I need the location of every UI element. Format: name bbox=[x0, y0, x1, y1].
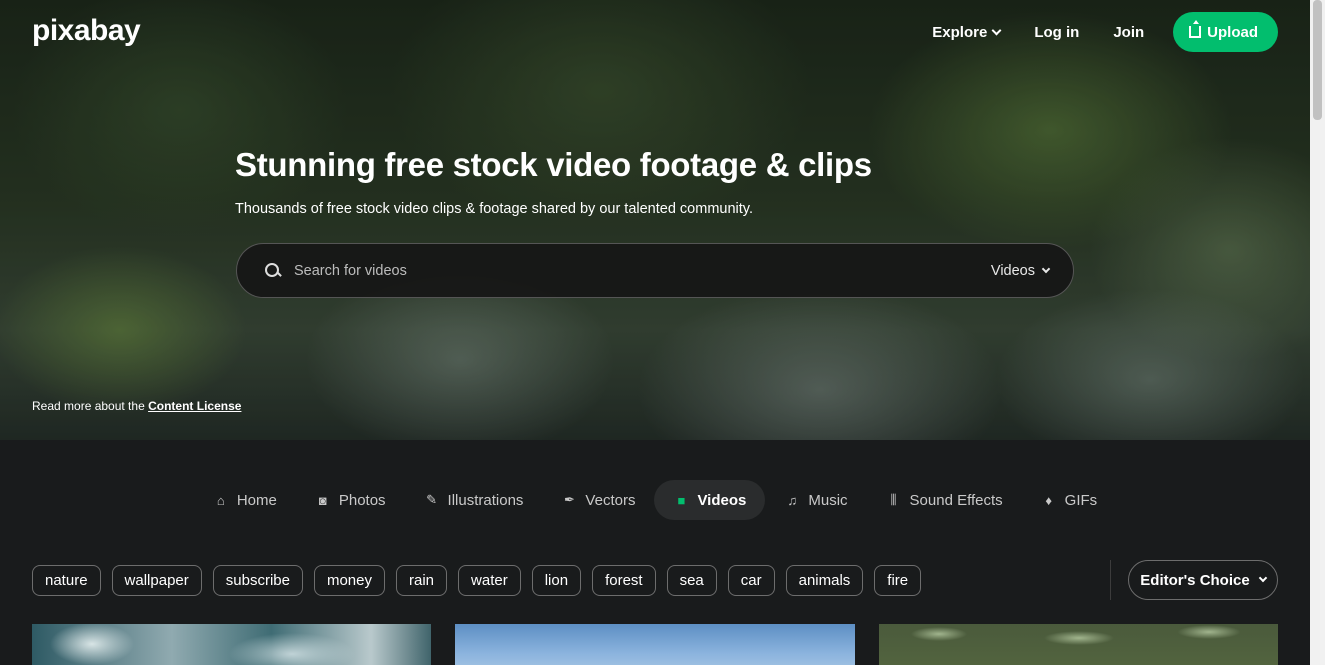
top-nav: Explore Log in Join Upload bbox=[915, 12, 1278, 52]
hero-subtitle: Thousands of free stock video clips & fo… bbox=[235, 201, 753, 217]
scrollbar[interactable] bbox=[1310, 0, 1325, 665]
tab-photos[interactable]: ◙ Photos bbox=[296, 480, 405, 520]
tag-pill[interactable]: wallpaper bbox=[111, 565, 202, 596]
tab-vectors[interactable]: ✒ Vectors bbox=[542, 480, 654, 520]
category-tabs: ⌂ Home ◙ Photos ✎ Illustrations ✒ Vector… bbox=[0, 480, 1310, 520]
search-bar: Videos bbox=[236, 243, 1074, 298]
tab-label: Illustrations bbox=[447, 491, 524, 509]
tab-label: Videos bbox=[697, 491, 747, 509]
media-type-label: Videos bbox=[990, 262, 1035, 279]
tag-pill[interactable]: subscribe bbox=[212, 565, 303, 596]
hero-banner: pixabay Explore Log in Join Upload Stunn… bbox=[0, 0, 1310, 440]
explore-label: Explore bbox=[932, 23, 988, 41]
join-link[interactable]: Join bbox=[1096, 24, 1161, 41]
tag-pill[interactable]: rain bbox=[396, 565, 448, 596]
tag-pill[interactable]: money bbox=[313, 565, 385, 596]
brush-icon: ✎ bbox=[426, 492, 437, 507]
content-license-link[interactable]: Content License bbox=[148, 399, 241, 413]
search-input[interactable] bbox=[294, 262, 991, 279]
sort-select[interactable]: Editor's Choice bbox=[1128, 560, 1278, 600]
pen-nib-icon: ✒ bbox=[563, 492, 575, 507]
chevron-down-icon bbox=[991, 25, 1002, 35]
tab-label: Sound Effects bbox=[909, 491, 1003, 509]
search-icon[interactable] bbox=[265, 263, 280, 278]
tab-label: Home bbox=[236, 491, 277, 509]
tag-list: nature wallpaper subscribe money rain wa… bbox=[32, 565, 922, 596]
tag-pill[interactable]: animals bbox=[785, 565, 864, 596]
flame-icon: ♦ bbox=[1045, 492, 1052, 508]
upload-icon bbox=[1189, 20, 1202, 38]
video-camera-icon: ■ bbox=[677, 492, 686, 508]
tab-sound-effects[interactable]: ⫼ Sound Effects bbox=[867, 480, 1022, 520]
explore-menu[interactable]: Explore bbox=[915, 24, 1017, 41]
page: pixabay Explore Log in Join Upload Stunn… bbox=[0, 0, 1310, 665]
scrollbar-thumb[interactable] bbox=[1313, 0, 1322, 120]
tag-pill[interactable]: water bbox=[458, 565, 521, 596]
tab-music[interactable]: ♫ Music bbox=[765, 480, 866, 520]
chevron-down-icon bbox=[1041, 264, 1051, 273]
upload-label: Upload bbox=[1207, 23, 1258, 41]
sort-label: Editor's Choice bbox=[1140, 571, 1250, 589]
tab-home[interactable]: ⌂ Home bbox=[194, 480, 296, 520]
pixabay-logo[interactable]: pixabay bbox=[32, 14, 141, 48]
tag-pill[interactable]: sea bbox=[666, 565, 717, 596]
music-note-icon: ♫ bbox=[787, 492, 798, 508]
tab-label: Photos bbox=[338, 491, 386, 509]
video-thumbnail[interactable] bbox=[455, 624, 855, 665]
media-type-select[interactable]: Videos bbox=[990, 262, 1051, 279]
tab-videos[interactable]: ■ Videos bbox=[654, 480, 766, 520]
tag-pill[interactable]: car bbox=[727, 565, 775, 596]
tab-illustrations[interactable]: ✎ Illustrations bbox=[405, 480, 543, 520]
video-thumbnail[interactable] bbox=[879, 624, 1278, 665]
tag-pill[interactable]: nature bbox=[32, 565, 101, 596]
home-icon: ⌂ bbox=[216, 492, 225, 508]
license-prefix: Read more about the bbox=[32, 399, 149, 413]
license-note: Read more about the Content License bbox=[32, 399, 241, 413]
video-thumbnail[interactable] bbox=[32, 624, 431, 665]
tag-pill[interactable]: fire bbox=[874, 565, 922, 596]
login-link[interactable]: Log in bbox=[1017, 24, 1096, 41]
tab-gifs[interactable]: ♦ GIFs bbox=[1022, 480, 1117, 520]
tab-label: Vectors bbox=[585, 491, 636, 509]
upload-button[interactable]: Upload bbox=[1173, 12, 1278, 52]
hero-title: Stunning free stock video footage & clip… bbox=[235, 146, 872, 183]
camera-icon: ◙ bbox=[318, 492, 327, 508]
waveform-icon: ⫼ bbox=[890, 492, 897, 507]
tab-label: GIFs bbox=[1064, 491, 1098, 509]
tag-pill[interactable]: lion bbox=[531, 565, 582, 596]
divider bbox=[1110, 560, 1111, 600]
tag-pill[interactable]: forest bbox=[592, 565, 656, 596]
tab-label: Music bbox=[808, 491, 848, 509]
chevron-down-icon bbox=[1258, 573, 1267, 583]
